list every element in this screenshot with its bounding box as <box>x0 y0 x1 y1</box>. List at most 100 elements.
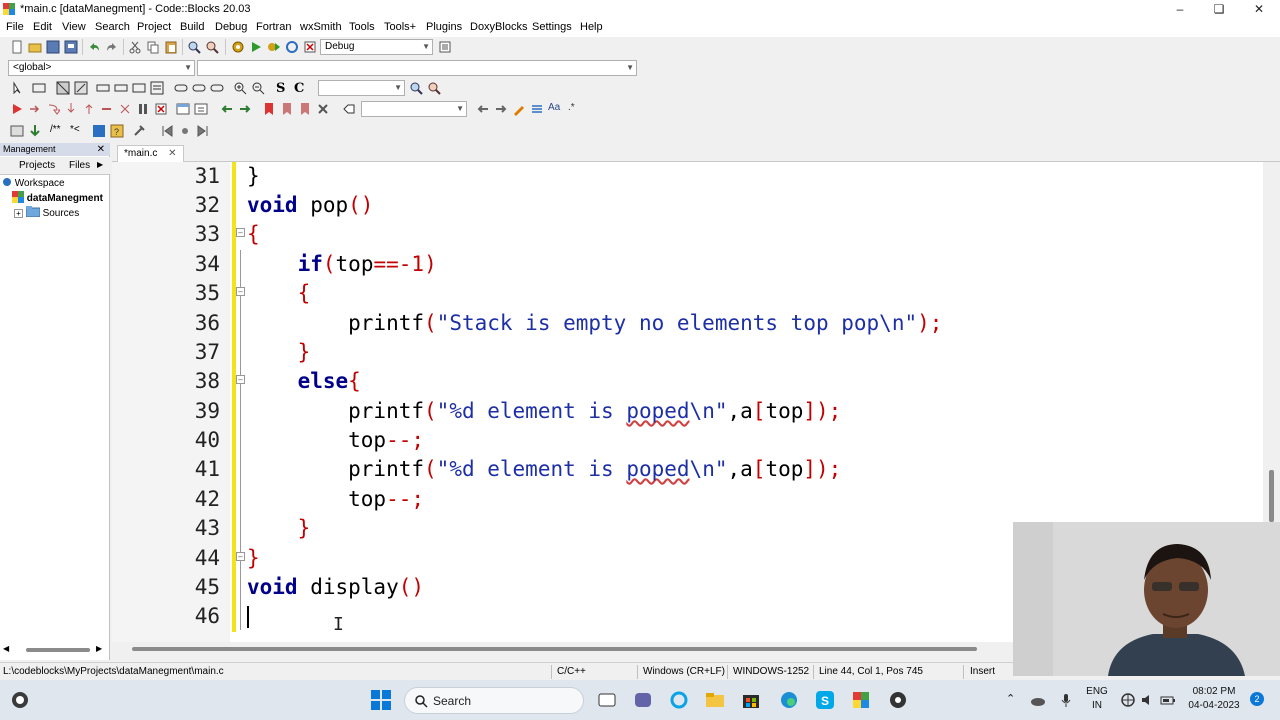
expand-icon[interactable]: + <box>14 209 23 218</box>
jump-forward-icon[interactable] <box>238 102 252 116</box>
scope-select[interactable]: <global> ▼ <box>8 60 195 76</box>
last-icon[interactable] <box>196 124 210 138</box>
build-target-select[interactable]: Debug ▼ <box>320 39 433 55</box>
html-doc-icon[interactable] <box>92 124 106 138</box>
edit-tool-icon[interactable] <box>74 81 88 95</box>
rebuild-icon[interactable] <box>285 40 299 54</box>
scroll-thumb[interactable] <box>26 648 90 652</box>
loop-tool-icon-2[interactable] <box>192 81 206 95</box>
prev-icon[interactable] <box>476 102 490 116</box>
bookmark-toggle-icon[interactable] <box>262 102 276 116</box>
notification-badge[interactable]: 2 <box>1250 692 1264 706</box>
menu-plugins[interactable]: Plugins <box>426 21 462 33</box>
step-instruction-icon[interactable] <box>118 102 132 116</box>
open-folder-icon[interactable] <box>28 40 42 54</box>
zoom-in-icon[interactable] <box>233 81 247 95</box>
symbol-select[interactable]: ▼ <box>318 80 405 96</box>
record-icon[interactable] <box>178 124 192 138</box>
chm-doc-icon[interactable]: ? <box>110 124 124 138</box>
obs-recorder-icon[interactable] <box>888 690 908 710</box>
onedrive-icon[interactable] <box>1030 692 1046 708</box>
paste-icon[interactable] <box>164 40 178 54</box>
tree-sources[interactable]: + Sources <box>14 206 79 219</box>
taskbar-search[interactable]: Search <box>404 687 584 714</box>
volume-icon[interactable] <box>1140 692 1156 708</box>
new-file-icon[interactable] <box>10 40 24 54</box>
scroll-right-icon[interactable]: ▶ <box>96 644 102 653</box>
loop-tool-icon-1[interactable] <box>174 81 188 95</box>
store-icon[interactable] <box>741 690 761 710</box>
more-icon[interactable]: .* <box>568 102 582 116</box>
stop-debug-icon[interactable] <box>154 102 168 116</box>
windows-start-icon[interactable] <box>371 690 391 710</box>
cortana-icon[interactable] <box>669 690 689 710</box>
highlight-icon[interactable] <box>342 102 356 116</box>
find-icon[interactable] <box>187 40 201 54</box>
save-icon[interactable] <box>46 40 60 54</box>
menu-tools-plus[interactable]: Tools+ <box>384 21 416 33</box>
fold-toggle-icon[interactable]: – <box>236 228 245 237</box>
tree-project[interactable]: dataManegment <box>12 191 103 204</box>
build-options-icon[interactable] <box>438 40 452 54</box>
doxy-extract-icon[interactable] <box>28 124 42 138</box>
tab-projects[interactable]: Projects <box>19 160 55 171</box>
fold-toggle-icon[interactable]: – <box>236 287 245 296</box>
menu-tools[interactable]: Tools <box>349 21 375 33</box>
minimize-button[interactable]: – <box>1160 1 1200 18</box>
box-tool-icon-3[interactable] <box>132 81 146 95</box>
pause-icon[interactable] <box>136 102 150 116</box>
jump-back-icon[interactable] <box>220 102 234 116</box>
search-settings-icon[interactable] <box>427 81 441 95</box>
align-icon[interactable] <box>530 102 544 116</box>
menu-build[interactable]: Build <box>180 21 204 33</box>
input-language[interactable]: ENG IN <box>1084 685 1110 713</box>
fold-toggle-icon[interactable]: – <box>236 375 245 384</box>
menu-settings[interactable]: Settings <box>532 21 572 33</box>
scroll-thumb[interactable] <box>132 647 977 651</box>
close-icon[interactable]: ✕ <box>97 143 105 156</box>
pointer-icon[interactable] <box>10 81 24 95</box>
maximize-button[interactable]: ❏ <box>1199 1 1239 18</box>
menu-search[interactable]: Search <box>95 21 130 33</box>
copy-icon[interactable] <box>146 40 160 54</box>
battery-icon[interactable] <box>1160 692 1176 708</box>
bookmark-next-icon[interactable] <box>298 102 312 116</box>
debug-start-icon[interactable] <box>10 102 24 116</box>
tab-scroll-right-icon[interactable]: ▶ <box>97 160 103 169</box>
skype-icon[interactable]: S <box>815 690 835 710</box>
menu-file[interactable]: File <box>6 21 24 33</box>
edge-icon[interactable] <box>779 690 799 710</box>
grid-tool-icon[interactable] <box>56 81 70 95</box>
save-all-icon[interactable] <box>64 40 78 54</box>
codeblocks-taskbar-icon[interactable] <box>851 690 871 710</box>
block-comment-icon[interactable]: /** <box>50 124 68 138</box>
box-tool-icon-2[interactable] <box>114 81 128 95</box>
menu-edit[interactable]: Edit <box>33 21 52 33</box>
zoom-out-icon[interactable] <box>251 81 265 95</box>
undo-icon[interactable] <box>87 40 101 54</box>
redo-icon[interactable] <box>105 40 119 54</box>
bookmark-prev-icon[interactable] <box>280 102 294 116</box>
fold-toggle-icon[interactable]: – <box>236 552 245 561</box>
search-symbol-icon[interactable] <box>409 81 423 95</box>
c-icon[interactable]: C <box>294 81 308 96</box>
menu-project[interactable]: Project <box>137 21 171 33</box>
menu-doxyblocks[interactable]: DoxyBlocks <box>470 21 527 33</box>
s-icon[interactable]: S <box>276 81 290 96</box>
rectangle-tool-icon[interactable] <box>32 81 46 95</box>
close-icon[interactable]: ✕ <box>168 148 176 159</box>
task-view-icon[interactable] <box>597 690 617 710</box>
function-select[interactable]: ▼ <box>197 60 637 76</box>
first-icon[interactable] <box>160 124 174 138</box>
cut-icon[interactable] <box>128 40 142 54</box>
tree-workspace[interactable]: Workspace <box>2 177 65 189</box>
box-tool-icon-4[interactable] <box>150 81 164 95</box>
tab-main-c[interactable]: *main.c ✕ <box>117 145 184 162</box>
bookmark-clear-icon[interactable] <box>316 102 330 116</box>
weather-icon[interactable] <box>10 690 30 710</box>
line-comment-icon[interactable]: *< <box>70 124 88 138</box>
menu-help[interactable]: Help <box>580 21 603 33</box>
management-hscrollbar[interactable]: ◀ ▶ <box>0 644 109 656</box>
doxywizard-icon[interactable] <box>10 124 24 138</box>
close-button[interactable]: ✕ <box>1239 1 1279 18</box>
